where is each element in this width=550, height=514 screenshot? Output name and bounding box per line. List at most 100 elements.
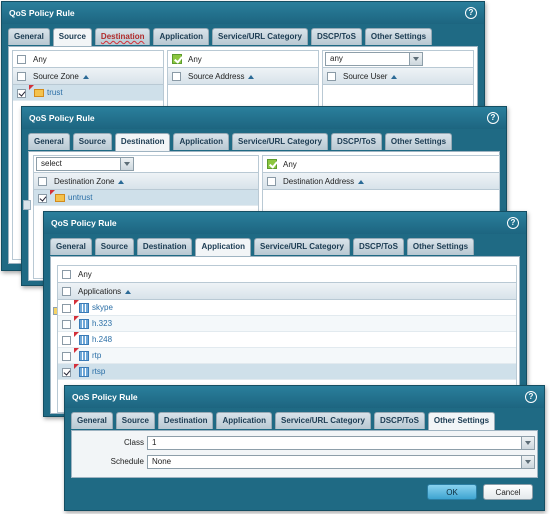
tab-dscp[interactable]: DSCP/ToS [352,238,404,255]
select-all-checkbox[interactable] [38,177,47,186]
select-all-checkbox[interactable] [17,72,26,81]
list-item[interactable]: trust [13,85,163,101]
source-user-select[interactable]: any [325,52,423,66]
list-item[interactable]: untrust [34,190,258,206]
sort-asc-icon [118,179,125,184]
tab-source[interactable]: Source [94,238,134,255]
select-value: 1 [152,438,157,447]
schedule-row: Schedule None [72,454,537,470]
zone-name[interactable]: untrust [68,193,92,202]
application-name[interactable]: h.248 [92,335,112,344]
row-checkbox[interactable] [38,194,47,203]
application-name[interactable]: rtsp [92,367,105,376]
select-all-checkbox[interactable] [327,72,336,81]
tab-general[interactable]: General [8,28,50,45]
any-label: Any [188,55,202,64]
tab-bar: General Source Destination Application S… [71,412,498,430]
tab-service-url[interactable]: Service/URL Category [212,28,308,45]
tab-application[interactable]: Application [153,28,210,45]
table-row[interactable]: h.248 [58,332,516,348]
ok-button[interactable]: OK [427,484,477,500]
column-header[interactable]: Source Zone [13,68,163,85]
chevron-down-icon[interactable] [521,437,534,449]
select-all-checkbox[interactable] [172,72,181,81]
any-checkbox[interactable] [267,159,277,169]
application-icon [79,335,89,345]
column-header[interactable]: Destination Zone [34,173,258,190]
dialog-title: QoS Policy Rule [65,386,544,408]
column-header[interactable]: Source User [323,68,473,85]
cancel-button[interactable]: Cancel [483,484,533,500]
any-checkbox[interactable] [17,55,26,64]
table-row[interactable]: rtp [58,348,516,364]
tab-destination[interactable]: Destination [136,238,193,255]
any-label: Any [33,55,47,64]
table-row[interactable]: h.323 [58,316,516,332]
tab-destination[interactable]: Destination [157,412,214,429]
table-row[interactable]: rtsp [58,364,516,380]
tab-dscp[interactable]: DSCP/ToS [310,28,362,45]
tab-application[interactable]: Application [216,412,273,429]
tab-general[interactable]: General [71,412,113,429]
schedule-select[interactable]: None [147,455,535,469]
column-header[interactable]: Destination Address [263,173,499,190]
tab-other-settings[interactable]: Other Settings [364,28,433,45]
tab-destination[interactable]: Destination [94,28,151,45]
row-checkbox[interactable] [62,320,71,329]
any-label: Any [283,160,297,169]
destination-zone-select[interactable]: select [36,157,134,171]
any-checkbox[interactable] [62,270,71,279]
help-icon[interactable]: ? [525,391,537,403]
tab-source[interactable]: Source [72,133,112,150]
tab-general[interactable]: General [50,238,92,255]
schedule-label: Schedule [110,457,144,466]
select-all-checkbox[interactable] [267,177,276,186]
class-select[interactable]: 1 [147,436,535,450]
scroll-handle[interactable] [23,200,31,210]
application-name[interactable]: h.323 [92,319,112,328]
tab-source[interactable]: Source [115,412,155,429]
tab-dscp[interactable]: DSCP/ToS [330,133,382,150]
chevron-down-icon[interactable] [120,158,133,170]
application-name[interactable]: skype [92,303,113,312]
sort-asc-icon [391,74,398,79]
column-title: Applications [78,287,122,296]
column-header[interactable]: Source Address [168,68,318,85]
help-icon[interactable]: ? [487,112,499,124]
dialog-title: QoS Policy Rule [44,212,526,234]
tab-application[interactable]: Application [173,133,230,150]
select-all-checkbox[interactable] [62,287,71,296]
tab-general[interactable]: General [28,133,70,150]
tab-other-settings[interactable]: Other Settings [406,238,475,255]
tab-service-url[interactable]: Service/URL Category [254,238,350,255]
tab-dscp[interactable]: DSCP/ToS [373,412,425,429]
tab-body: Class 1 Schedule None [71,430,538,478]
tab-application[interactable]: Application [195,238,252,256]
column-title: Source User [343,72,388,81]
tab-destination[interactable]: Destination [114,133,171,151]
table-row[interactable]: skype [58,300,516,316]
column-header[interactable]: Applications [58,283,516,300]
class-label: Class [123,438,144,447]
tab-other-settings[interactable]: Other Settings [427,412,496,430]
row-checkbox[interactable] [62,352,71,361]
any-row: Any [168,51,318,68]
tab-service-url[interactable]: Service/URL Category [232,133,328,150]
application-name[interactable]: rtp [92,351,101,360]
any-row: Any [58,266,516,283]
tab-other-settings[interactable]: Other Settings [384,133,453,150]
tab-source[interactable]: Source [52,28,92,46]
help-icon[interactable]: ? [465,7,477,19]
tab-service-url[interactable]: Service/URL Category [275,412,371,429]
zone-name[interactable]: trust [47,88,63,97]
select-value: select [41,159,62,168]
row-checkbox[interactable] [62,368,71,377]
chevron-down-icon[interactable] [521,456,534,468]
row-checkbox[interactable] [62,336,71,345]
any-checkbox[interactable] [172,54,182,64]
chevron-down-icon[interactable] [409,53,422,65]
row-checkbox[interactable] [17,89,26,98]
help-icon[interactable]: ? [507,217,519,229]
dialog-title: QoS Policy Rule [22,107,506,129]
row-checkbox[interactable] [62,304,71,313]
